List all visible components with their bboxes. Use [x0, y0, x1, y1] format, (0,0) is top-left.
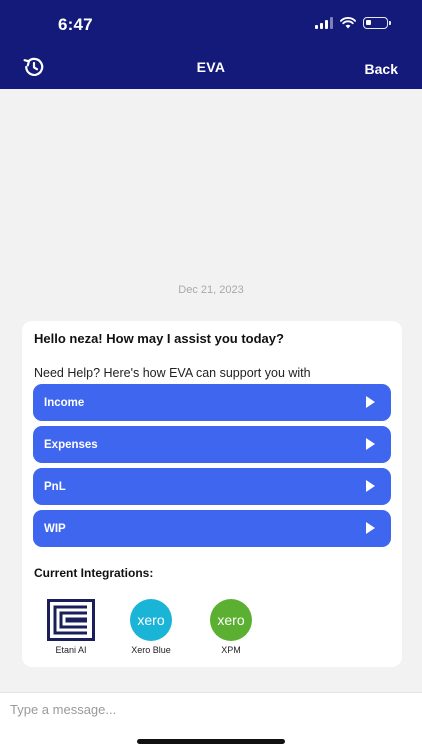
back-button[interactable]: Back: [365, 61, 398, 77]
status-time: 6:47: [58, 15, 93, 34]
option-label: Income: [44, 396, 85, 409]
option-income-button[interactable]: Income: [33, 384, 391, 421]
integration-xero-blue[interactable]: xero Xero Blue: [116, 599, 186, 655]
option-label: PnL: [44, 480, 66, 493]
xero-logo-text: xero: [137, 612, 164, 628]
option-expenses-button[interactable]: Expenses: [33, 426, 391, 463]
cellular-signal-icon: [315, 17, 333, 29]
xero-green-logo-icon: xero: [210, 599, 252, 641]
option-label: WIP: [44, 522, 66, 535]
message-date: Dec 21, 2023: [178, 284, 244, 296]
integration-label: XPM: [221, 645, 241, 655]
option-wip-button[interactable]: WIP: [33, 510, 391, 547]
chat-screen: 6:47 EVA Back Dec 21, 2023 Hello neza! H…: [0, 0, 422, 750]
integration-label: Etani AI: [55, 645, 87, 655]
integrations-title: Current Integrations:: [34, 566, 154, 580]
play-icon: [366, 522, 375, 534]
top-bar: 6:47 EVA Back: [0, 0, 422, 89]
option-pnl-button[interactable]: PnL: [33, 468, 391, 505]
integration-etani-ai[interactable]: Etani AI: [36, 599, 106, 655]
page-title: EVA: [196, 59, 226, 75]
message-input[interactable]: [10, 699, 410, 719]
battery-level: [366, 20, 371, 25]
play-icon: [366, 438, 375, 450]
help-text: Need Help? Here's how EVA can support yo…: [34, 366, 311, 380]
battery-icon: [363, 17, 391, 29]
option-label: Expenses: [44, 438, 98, 451]
xero-blue-logo-icon: xero: [130, 599, 172, 641]
xero-logo-text: xero: [217, 612, 244, 628]
play-icon: [366, 396, 375, 408]
wifi-icon: [340, 17, 356, 29]
assistant-message-card: Hello neza! How may I assist you today? …: [22, 321, 402, 667]
home-indicator: [137, 739, 285, 744]
integration-label: Xero Blue: [131, 645, 171, 655]
status-icons: [315, 17, 391, 29]
greeting-text: Hello neza! How may I assist you today?: [34, 331, 284, 346]
etani-logo-icon: [47, 599, 95, 641]
integration-xpm[interactable]: xero XPM: [196, 599, 266, 655]
play-icon: [366, 480, 375, 492]
